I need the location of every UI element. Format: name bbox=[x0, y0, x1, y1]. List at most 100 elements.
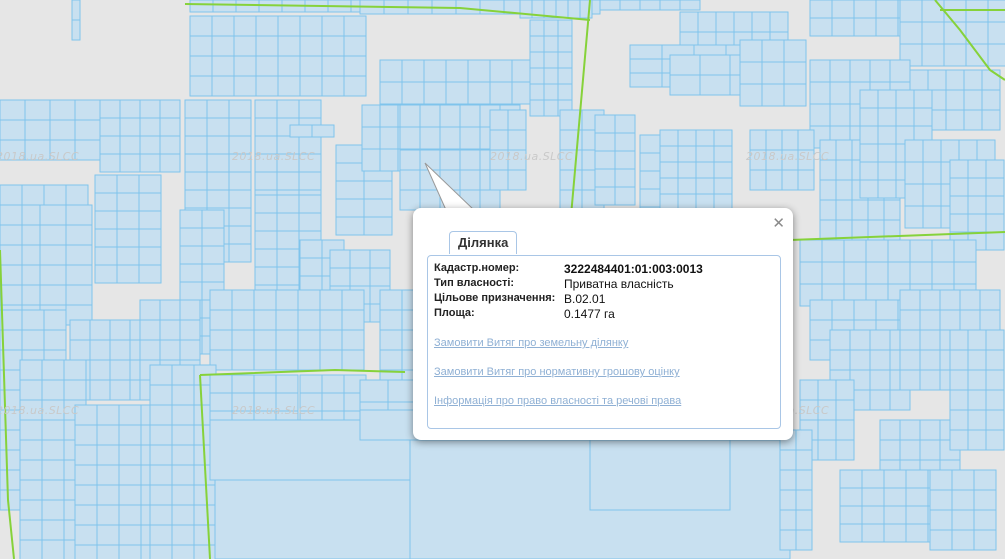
parcel[interactable] bbox=[835, 179, 853, 201]
parcel[interactable] bbox=[254, 171, 278, 191]
parcel[interactable] bbox=[567, 0, 581, 19]
parcel[interactable] bbox=[119, 99, 141, 119]
parcel[interactable] bbox=[899, 349, 921, 371]
parcel[interactable] bbox=[459, 104, 481, 128]
parcel[interactable] bbox=[74, 424, 98, 446]
parcel[interactable] bbox=[138, 264, 162, 284]
parcel[interactable] bbox=[619, 0, 641, 11]
parcel[interactable] bbox=[201, 209, 225, 229]
parcel[interactable] bbox=[171, 544, 195, 559]
parcel[interactable] bbox=[118, 484, 142, 506]
parcel[interactable] bbox=[65, 244, 93, 266]
parcel[interactable] bbox=[159, 135, 181, 155]
parcel[interactable] bbox=[949, 389, 969, 411]
parcel[interactable] bbox=[543, 51, 559, 69]
parcel[interactable] bbox=[951, 489, 975, 511]
parcel[interactable] bbox=[96, 444, 120, 466]
parcel[interactable] bbox=[783, 39, 807, 63]
parcel[interactable] bbox=[254, 248, 278, 268]
parcel[interactable] bbox=[171, 424, 195, 446]
parcel[interactable] bbox=[922, 205, 942, 229]
parcel[interactable] bbox=[809, 319, 833, 341]
parcel[interactable] bbox=[99, 99, 121, 119]
parcel[interactable] bbox=[883, 505, 907, 525]
parcel[interactable] bbox=[489, 81, 513, 105]
parcel[interactable] bbox=[94, 264, 118, 284]
parcel[interactable] bbox=[233, 15, 257, 37]
parcel[interactable] bbox=[335, 162, 365, 182]
parcel[interactable] bbox=[276, 230, 300, 250]
parcel[interactable] bbox=[699, 74, 731, 96]
parcel[interactable] bbox=[179, 319, 201, 341]
parcel[interactable] bbox=[171, 464, 195, 486]
parcel[interactable] bbox=[859, 125, 879, 145]
parcel[interactable] bbox=[0, 429, 23, 451]
parcel[interactable] bbox=[853, 0, 877, 19]
parcel[interactable] bbox=[193, 544, 217, 559]
parcel[interactable] bbox=[349, 249, 371, 269]
parcel[interactable] bbox=[919, 439, 941, 461]
parcel[interactable] bbox=[211, 75, 235, 97]
parcel[interactable] bbox=[184, 117, 208, 137]
parcel[interactable] bbox=[669, 74, 701, 96]
parcel[interactable] bbox=[277, 35, 301, 57]
parcel[interactable] bbox=[206, 171, 230, 191]
parcel[interactable] bbox=[341, 309, 365, 331]
parcel[interactable] bbox=[138, 210, 162, 230]
parcel[interactable] bbox=[201, 245, 225, 265]
parcel[interactable] bbox=[94, 192, 118, 212]
parcel[interactable] bbox=[783, 83, 807, 107]
parcel[interactable] bbox=[559, 169, 583, 191]
parcel[interactable] bbox=[869, 369, 891, 391]
parcel[interactable] bbox=[877, 161, 897, 181]
parcel[interactable] bbox=[895, 89, 915, 109]
parcel[interactable] bbox=[895, 107, 915, 127]
parcel[interactable] bbox=[41, 519, 65, 541]
parcel[interactable] bbox=[859, 179, 879, 199]
parcel[interactable] bbox=[809, 17, 833, 37]
parcel[interactable] bbox=[829, 103, 851, 127]
parcel[interactable] bbox=[19, 459, 43, 481]
parcel[interactable] bbox=[159, 153, 181, 173]
parcel[interactable] bbox=[74, 544, 98, 559]
parcel[interactable] bbox=[149, 464, 173, 486]
parcel[interactable] bbox=[19, 359, 43, 381]
parcel[interactable] bbox=[94, 174, 118, 194]
parcel[interactable] bbox=[905, 505, 929, 525]
parcel[interactable] bbox=[19, 439, 43, 461]
parcel[interactable] bbox=[253, 374, 277, 394]
parcel[interactable] bbox=[116, 210, 140, 230]
parcel[interactable] bbox=[887, 239, 911, 263]
parcel[interactable] bbox=[99, 135, 121, 155]
parcel[interactable] bbox=[276, 171, 300, 191]
parcel[interactable] bbox=[379, 349, 403, 371]
parcel[interactable] bbox=[557, 83, 573, 101]
parcel[interactable] bbox=[276, 194, 300, 214]
parcel[interactable] bbox=[769, 11, 789, 33]
parcel[interactable] bbox=[138, 228, 162, 248]
parcel[interactable] bbox=[875, 299, 899, 321]
parcel[interactable] bbox=[835, 379, 855, 401]
parcel[interactable] bbox=[669, 54, 701, 76]
parcel[interactable] bbox=[819, 199, 837, 221]
parcel[interactable] bbox=[297, 289, 321, 311]
parcel[interactable] bbox=[795, 489, 813, 511]
parcel[interactable] bbox=[951, 469, 975, 491]
parcel[interactable] bbox=[819, 159, 837, 181]
parcel[interactable] bbox=[74, 464, 98, 486]
parcel[interactable] bbox=[949, 409, 969, 431]
parcel[interactable] bbox=[904, 139, 924, 163]
parcel[interactable] bbox=[973, 509, 997, 531]
parcel[interactable] bbox=[99, 153, 121, 173]
parcel[interactable] bbox=[839, 505, 863, 525]
parcel[interactable] bbox=[677, 177, 697, 195]
parcel[interactable] bbox=[379, 329, 403, 351]
parcel[interactable] bbox=[109, 359, 131, 381]
parcel[interactable] bbox=[228, 171, 252, 191]
parcel[interactable] bbox=[795, 509, 813, 531]
parcel[interactable] bbox=[0, 119, 26, 141]
parcel[interactable] bbox=[228, 207, 252, 227]
parcel[interactable] bbox=[677, 129, 697, 147]
parcel[interactable] bbox=[0, 449, 23, 471]
parcel[interactable] bbox=[43, 184, 67, 206]
